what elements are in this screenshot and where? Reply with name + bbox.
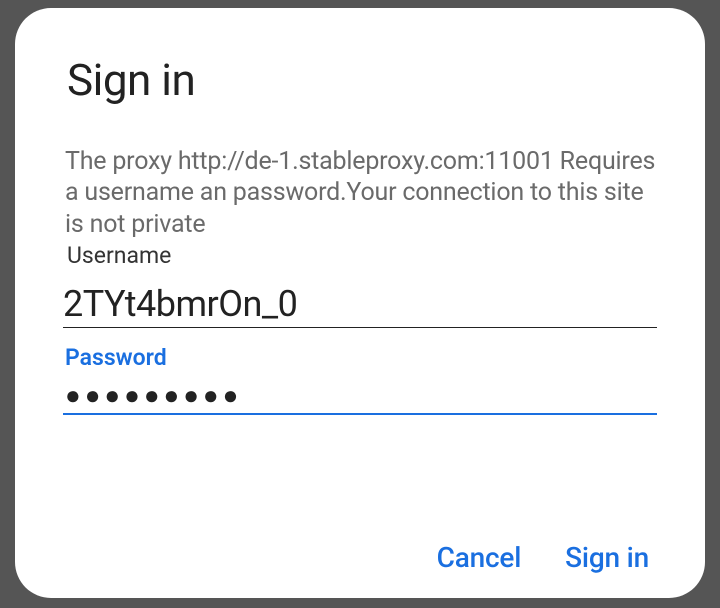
dialog-description: The proxy http://de-1.stableproxy.com:11…: [63, 146, 657, 240]
signin-dialog: Sign in The proxy http://de-1.stableprox…: [15, 8, 705, 598]
dialog-title: Sign in: [67, 54, 657, 106]
password-masked-value: ●●●●●●●●●: [65, 383, 657, 409]
password-label: Password: [63, 344, 657, 371]
cancel-button[interactable]: Cancel: [437, 541, 522, 574]
signin-button[interactable]: Sign in: [565, 541, 649, 574]
username-label: Username: [63, 242, 657, 269]
username-input[interactable]: [63, 277, 657, 328]
dialog-buttons: Cancel Sign in: [437, 541, 649, 574]
password-input[interactable]: ●●●●●●●●●: [63, 383, 657, 415]
